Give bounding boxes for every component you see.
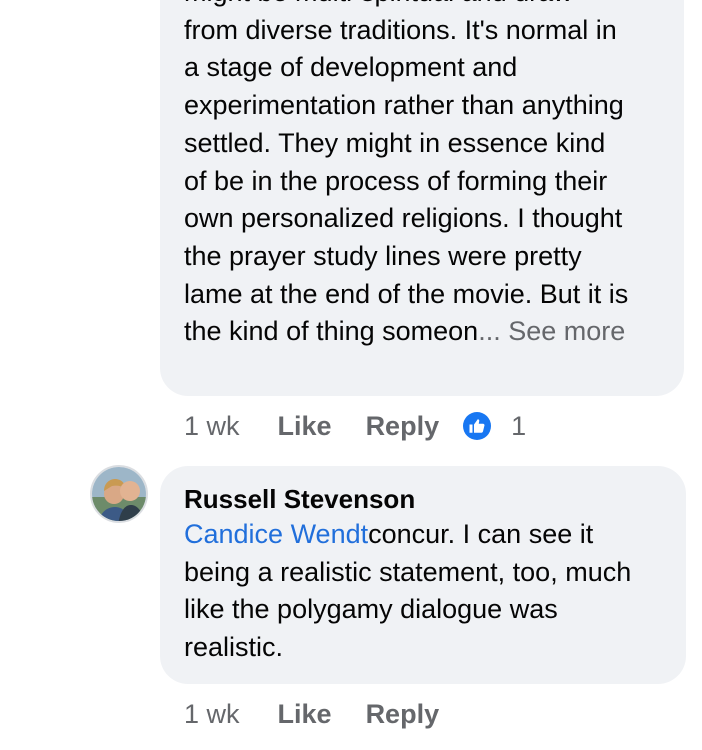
comment-line: lame at the end of the movie. But it is — [184, 278, 629, 309]
comment-actions: 1 wk Like Reply — [184, 694, 473, 734]
comment-truncated-text: the kind of thing someon — [184, 316, 479, 347]
comment-line: settled. They might in essence kind — [184, 127, 606, 158]
comment-line: from diverse traditions. It's normal in — [184, 14, 617, 45]
comment-bubble: might be multi-spiritual and draw from d… — [160, 0, 684, 396]
comment-line: of be in the process of forming their — [184, 165, 608, 196]
reply-button[interactable]: Reply — [366, 411, 440, 442]
comment-line: own personalized religions. I thought — [184, 203, 623, 234]
reply-button[interactable]: Reply — [366, 699, 440, 730]
comment-actions: 1 wk Like Reply 1 — [184, 406, 526, 446]
comment-author[interactable]: Russell Stevenson — [184, 482, 662, 516]
comment-line: might be multi-spiritual and draw — [184, 0, 660, 12]
avatar[interactable] — [90, 465, 148, 523]
comment-line: the prayer study lines were pretty — [184, 240, 582, 271]
comment-text: might be multi-spiritual and draw from d… — [184, 0, 660, 351]
mention-link[interactable]: Candice Wendt — [184, 519, 368, 549]
comment-timestamp[interactable]: 1 wk — [184, 411, 240, 442]
comment-line: experimentation rather than anything — [184, 90, 624, 121]
comment-timestamp[interactable]: 1 wk — [184, 699, 240, 730]
comment-text: Candice Wendtconcur. I can see it being … — [184, 516, 662, 667]
ellipsis: ... — [478, 316, 501, 347]
comment-line: a stage of development and — [184, 52, 518, 83]
profile-photo-icon — [92, 467, 146, 521]
comment-last-line: the kind of thing someon... See more — [184, 313, 660, 351]
like-button[interactable]: Like — [278, 411, 332, 442]
thumbs-up-icon[interactable] — [463, 412, 492, 440]
thumbs-up-icon-glyph — [469, 419, 485, 433]
see-more-link[interactable]: See more — [501, 316, 625, 346]
comment-bubble: Russell Stevenson Candice Wendtconcur. I… — [160, 466, 686, 684]
reaction-count[interactable]: 1 — [511, 411, 526, 442]
like-button[interactable]: Like — [278, 699, 332, 730]
